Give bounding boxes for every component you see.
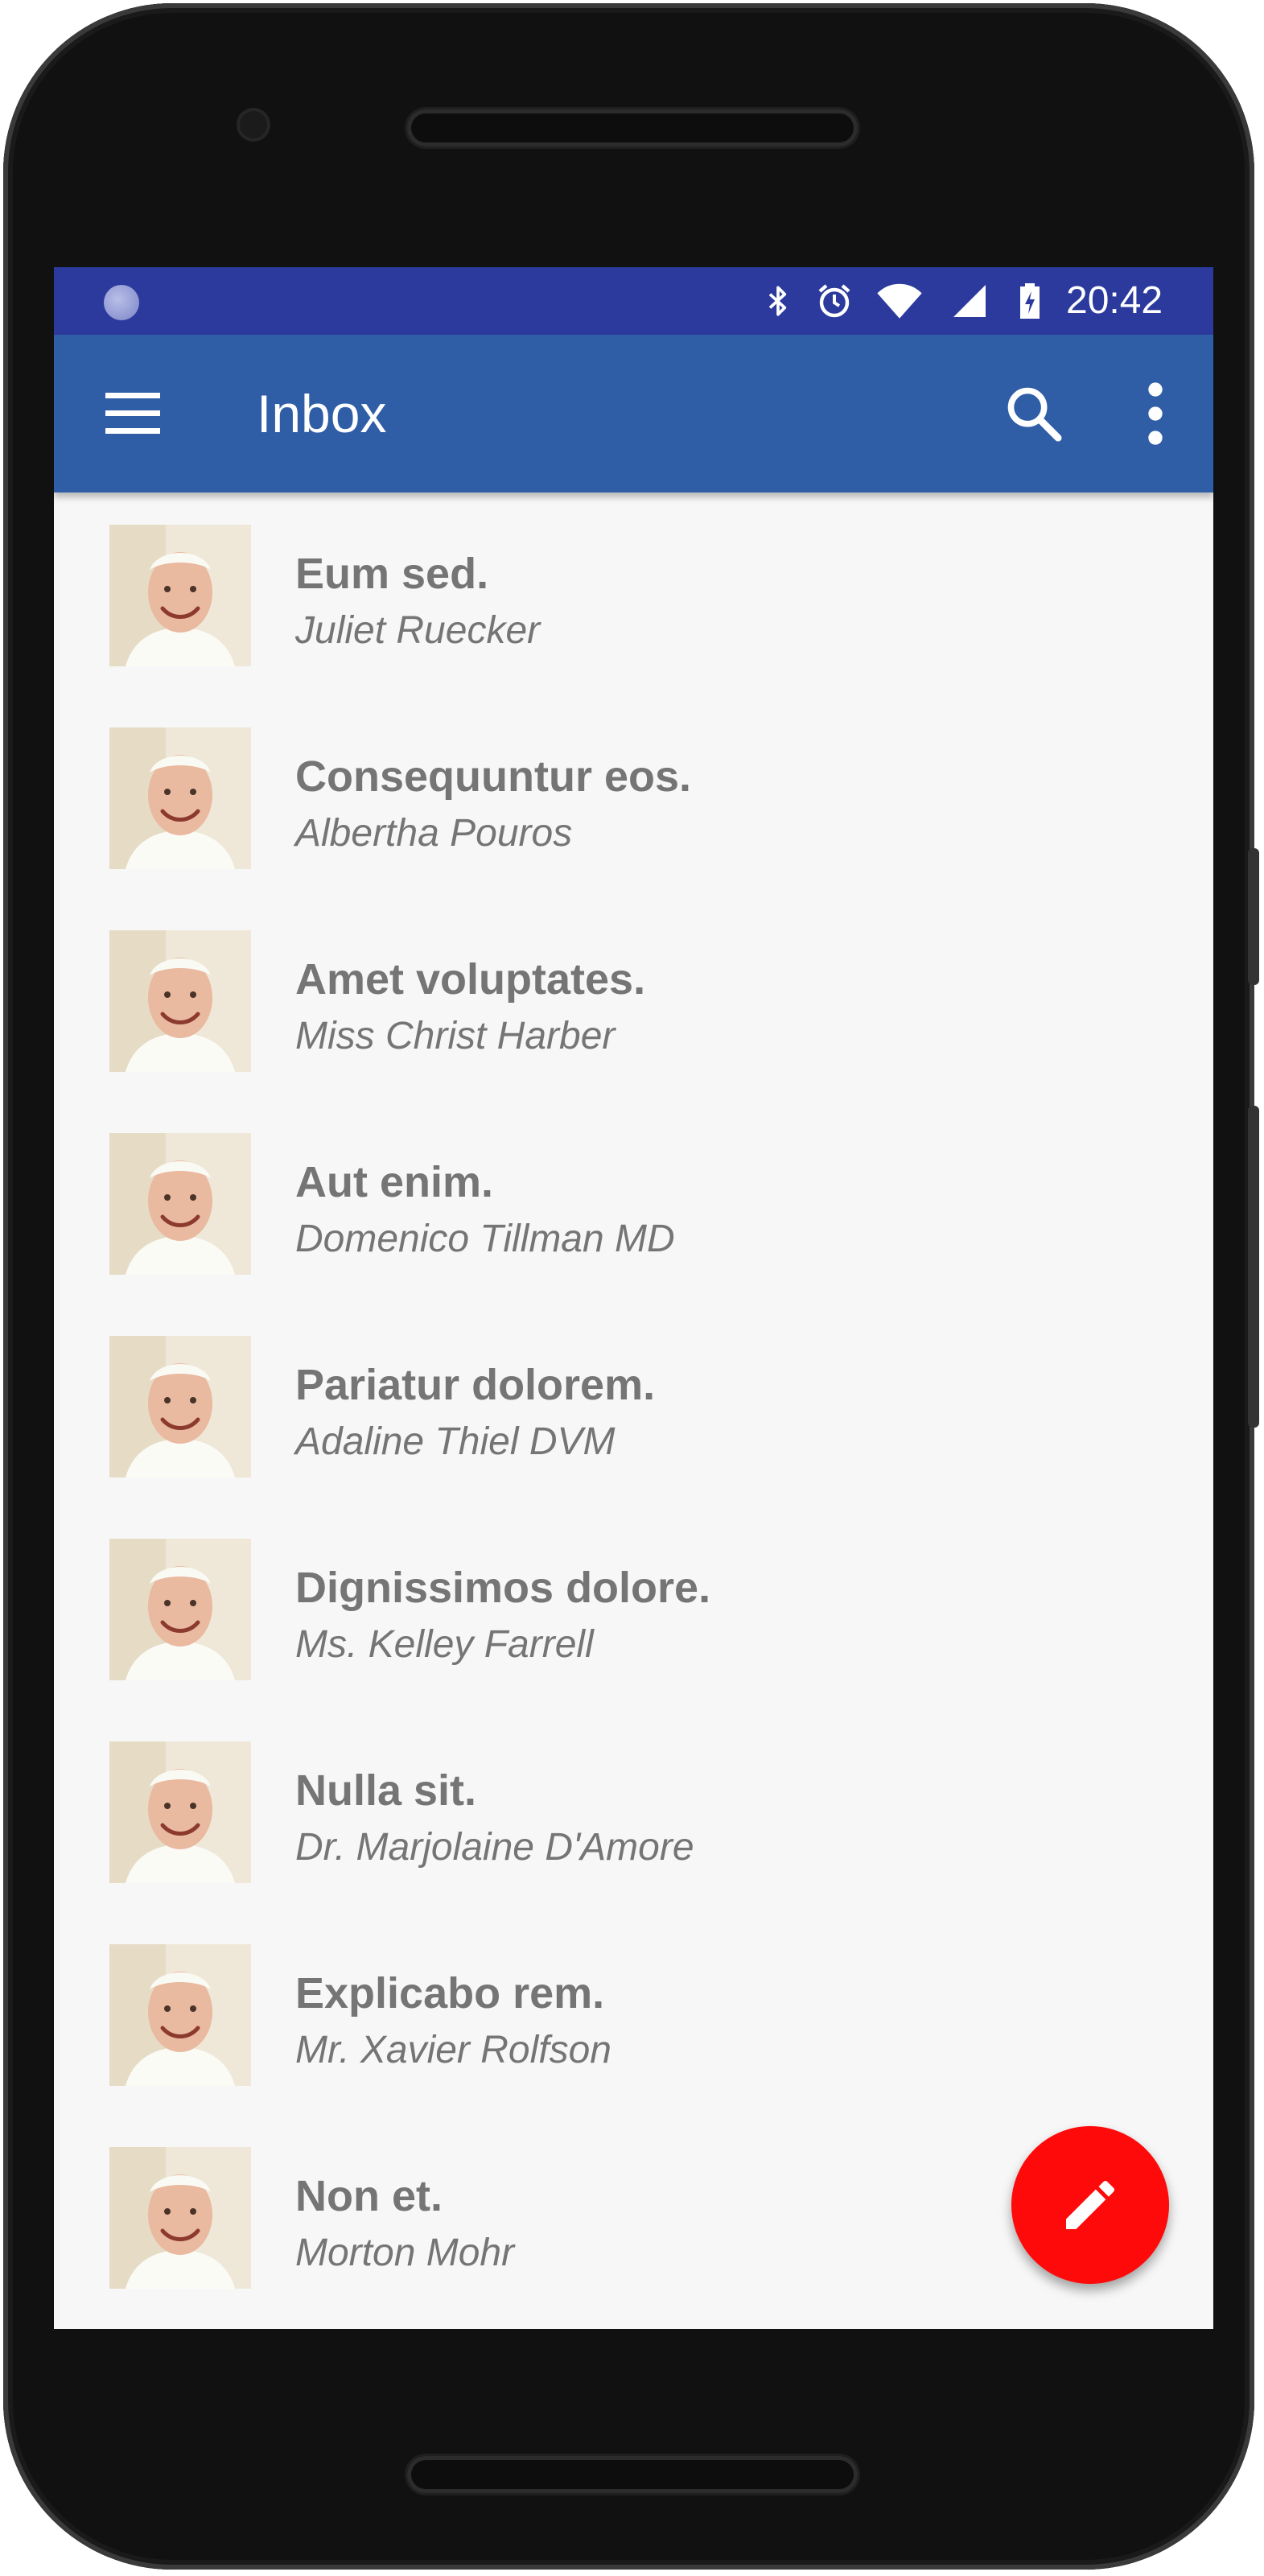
message-list-item[interactable]: Pariatur dolorem. Adaline Thiel DVM	[54, 1304, 1213, 1506]
sender-avatar	[109, 1741, 251, 1883]
search-icon[interactable]	[1003, 383, 1064, 444]
front-camera	[240, 111, 267, 138]
message-list-item[interactable]: Aut enim. Domenico Tillman MD	[54, 1101, 1213, 1304]
message-sender: Mr. Xavier Rolfson	[295, 2029, 611, 2071]
signal-icon	[953, 285, 986, 317]
message-subject: Consequuntur eos.	[295, 752, 692, 801]
sender-avatar	[109, 1133, 251, 1275]
message-sender: Dr. Marjolaine D'Amore	[295, 1826, 694, 1869]
message-sender: Domenico Tillman MD	[295, 1218, 675, 1260]
status-bar: 20:42	[54, 267, 1213, 335]
message-subject: Eum sed.	[295, 550, 489, 598]
message-subject: Nulla sit.	[295, 1766, 477, 1815]
message-list-item[interactable]: Dignissimos dolore. Ms. Kelley Farrell	[54, 1506, 1213, 1709]
volume-button	[1248, 1106, 1259, 1428]
message-list-item[interactable]: Eum sed. Juliet Ruecker	[54, 493, 1213, 695]
sender-avatar	[109, 930, 251, 1072]
battery-charging-icon	[1020, 283, 1040, 319]
bottom-speaker	[407, 2456, 858, 2493]
message-sender: Adaline Thiel DVM	[295, 1420, 616, 1463]
message-subject: Explicabo rem.	[295, 1969, 605, 2018]
more-vert-icon[interactable]	[1142, 381, 1169, 446]
sender-avatar	[109, 525, 251, 666]
message-list-item[interactable]: Nulla sit. Dr. Marjolaine D'Amore	[54, 1709, 1213, 1912]
message-sender: Miss Christ Harber	[295, 1015, 616, 1057]
message-subject: Non et.	[295, 2172, 443, 2220]
message-sender: Morton Mohr	[295, 2232, 515, 2274]
status-time: 20:42	[1066, 279, 1163, 322]
edit-pencil-icon	[1066, 2180, 1115, 2229]
menu-icon[interactable]	[105, 393, 160, 435]
message-subject: Aut enim.	[295, 1158, 494, 1206]
bluetooth-icon	[768, 286, 787, 316]
message-sender: Ms. Kelley Farrell	[295, 1623, 594, 1666]
message-sender: Juliet Ruecker	[295, 609, 541, 652]
phone-frame: 20:42 Inbox Eum sed. Juliet Ruecker Cons…	[3, 3, 1259, 2570]
message-subject: Dignissimos dolore.	[295, 1564, 711, 1612]
power-button	[1248, 848, 1259, 985]
sender-avatar	[109, 727, 251, 869]
wifi-icon	[877, 283, 922, 319]
message-subject: Amet voluptates.	[295, 955, 646, 1004]
message-list-item[interactable]: Explicabo rem. Mr. Xavier Rolfson	[54, 1912, 1213, 2115]
app-bar: Inbox	[54, 335, 1213, 493]
compose-button[interactable]	[1011, 2126, 1169, 2284]
message-list-item[interactable]: Consequuntur eos. Albertha Pouros	[54, 695, 1213, 898]
sender-avatar	[109, 2147, 251, 2289]
message-subject: Pariatur dolorem.	[295, 1361, 656, 1409]
message-sender: Albertha Pouros	[295, 812, 573, 855]
sender-avatar	[109, 1944, 251, 2086]
top-speaker	[407, 109, 858, 146]
sender-avatar	[109, 1336, 251, 1478]
message-list-item[interactable]: Amet voluptates. Miss Christ Harber	[54, 898, 1213, 1101]
sender-avatar	[109, 1539, 251, 1680]
screen: 20:42 Inbox Eum sed. Juliet Ruecker Cons…	[54, 267, 1213, 2329]
alarm-icon	[818, 284, 850, 318]
page-title: Inbox	[257, 384, 387, 443]
notification-icon	[104, 285, 139, 320]
